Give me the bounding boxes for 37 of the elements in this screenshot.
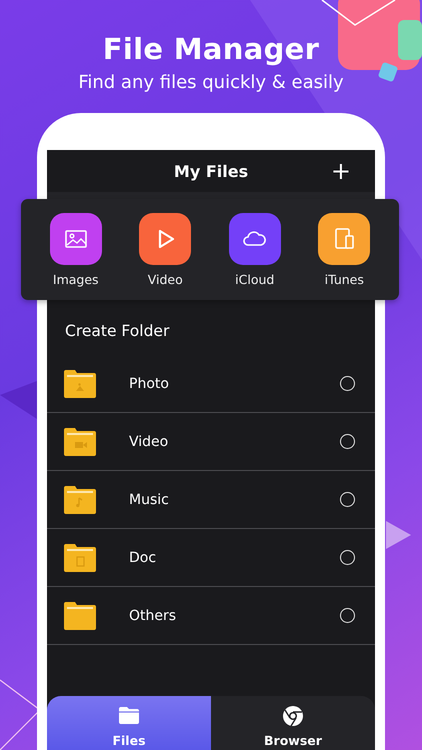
- headline: File Manager: [102, 32, 320, 66]
- triangle-shape: [386, 521, 411, 549]
- folder-name: Others: [129, 608, 178, 624]
- shortcut-label: iTunes: [324, 272, 364, 286]
- add-button[interactable]: +: [326, 156, 355, 186]
- folder-icon: [63, 600, 97, 630]
- radio-button[interactable]: [340, 550, 355, 565]
- nav-tab[interactable]: Files: [47, 696, 211, 750]
- folder-name: Doc: [129, 550, 158, 566]
- image-icon[interactable]: [50, 212, 102, 264]
- browser-icon: [281, 704, 305, 728]
- radio-button[interactable]: [340, 434, 355, 449]
- radio-button[interactable]: [340, 376, 355, 391]
- shortcut-label: iCloud: [235, 272, 274, 286]
- folder-name: Photo: [129, 376, 170, 392]
- folder-icon: [63, 368, 97, 398]
- folder-row[interactable]: Photo: [47, 355, 375, 413]
- folder-name: Video: [129, 434, 170, 450]
- radio-button[interactable]: [340, 492, 355, 507]
- folder-icon: [63, 542, 97, 572]
- screen-title: My Files: [174, 162, 248, 180]
- folder-name: Music: [129, 492, 170, 508]
- cloud-icon[interactable]: [228, 212, 281, 264]
- shortcut-label: Images: [52, 272, 99, 286]
- folder-icon: [63, 426, 97, 456]
- folder-row[interactable]: Video: [47, 413, 375, 471]
- triangle-shape: [0, 381, 37, 419]
- folder-row[interactable]: Doc: [47, 529, 375, 587]
- folder-row[interactable]: Others: [47, 587, 375, 645]
- tagline: Find any files quickly & easily: [78, 72, 344, 93]
- devices-icon[interactable]: [318, 212, 370, 264]
- play-icon[interactable]: [139, 212, 192, 264]
- shortcut-label: Video: [148, 272, 183, 286]
- radio-button[interactable]: [340, 608, 355, 623]
- folder-icon: [63, 484, 97, 514]
- folder-row[interactable]: Music: [47, 471, 375, 529]
- section-title: Create Folder: [64, 321, 170, 342]
